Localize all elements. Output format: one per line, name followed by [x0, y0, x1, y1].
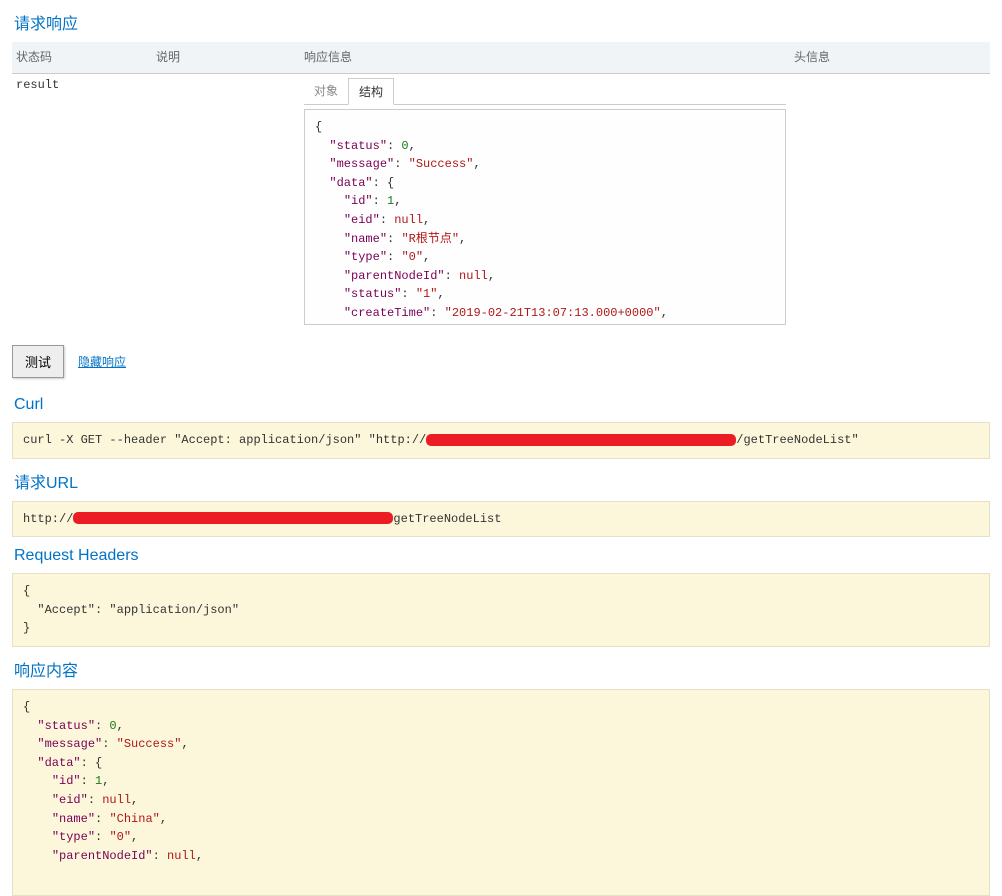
- col-header-info: 头信息: [790, 42, 990, 74]
- tab-structure[interactable]: 结构: [348, 78, 394, 105]
- cell-desc: [152, 74, 300, 334]
- section-title-request-response: 请求响应: [14, 10, 988, 34]
- response-tabs: 对象 结构: [304, 78, 786, 105]
- cell-code: result: [12, 74, 152, 334]
- section-title-url: 请求URL: [14, 469, 988, 493]
- curl-block[interactable]: curl -X GET --header "Accept: applicatio…: [12, 422, 990, 459]
- section-title-headers: Request Headers: [14, 547, 988, 565]
- section-title-curl: Curl: [14, 396, 988, 414]
- col-description: 说明: [152, 42, 300, 74]
- response-table: 状态码 说明 响应信息 头信息 result 对象 结构 { "status":…: [12, 42, 990, 333]
- action-row: 测试 隐藏响应: [12, 345, 990, 378]
- url-block[interactable]: http://getTreeNodeList: [12, 501, 990, 538]
- table-row: result 对象 结构 { "status": 0, "message": "…: [12, 74, 990, 334]
- redacted-host: [73, 512, 393, 524]
- test-button[interactable]: 测试: [12, 345, 64, 378]
- col-status-code: 状态码: [12, 42, 152, 74]
- headers-block[interactable]: { "Accept": "application/json" }: [12, 573, 990, 647]
- response-json-preview[interactable]: { "status": 0, "message": "Success", "da…: [304, 109, 786, 325]
- body-block[interactable]: { "status": 0, "message": "Success", "da…: [12, 689, 990, 896]
- tab-object[interactable]: 对象: [304, 78, 348, 104]
- col-response-info: 响应信息: [300, 42, 790, 74]
- cell-headers: [790, 74, 990, 334]
- redacted-host: [426, 434, 736, 446]
- cell-response: 对象 结构 { "status": 0, "message": "Success…: [300, 74, 790, 334]
- hide-response-link[interactable]: 隐藏响应: [78, 353, 126, 370]
- section-title-body: 响应内容: [14, 657, 988, 681]
